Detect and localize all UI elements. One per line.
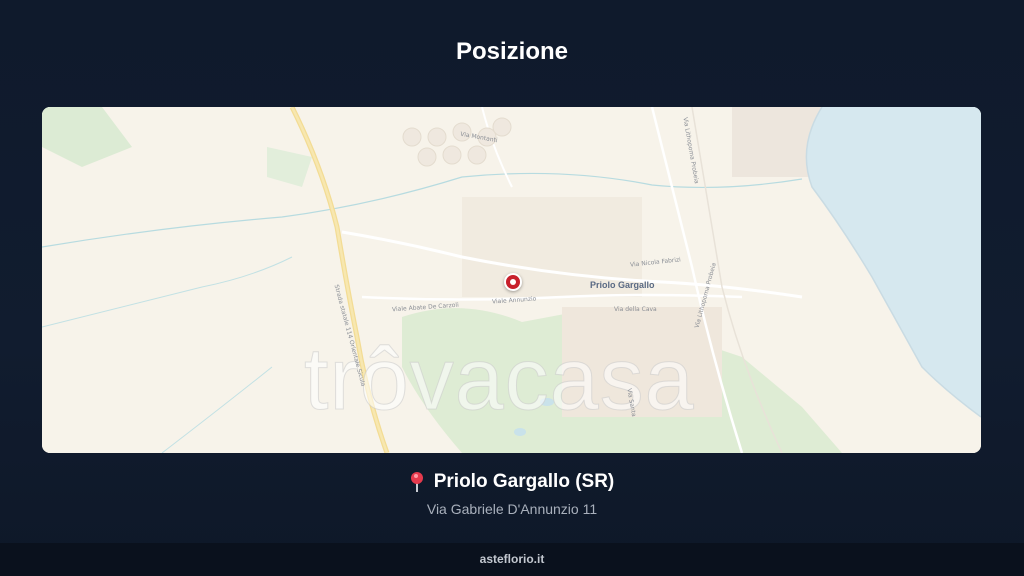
map-place-label: Priolo Gargallo (590, 280, 655, 290)
map-marker-icon[interactable] (504, 273, 522, 291)
pushpin-icon (410, 471, 424, 493)
location-row: Priolo Gargallo (SR) (0, 471, 1024, 493)
footer: asteflorio.it (0, 543, 1024, 576)
location-address: Via Gabriele D'Annunzio 11 (426, 501, 598, 517)
footer-brand-link[interactable]: asteflorio.it (480, 552, 545, 566)
page-title: Posizione (455, 38, 569, 65)
location-map[interactable]: trôvacasa Via Montanti Via Lithopoma Pro… (42, 107, 981, 453)
location-name: Priolo Gargallo (SR) (433, 471, 615, 492)
street-label: Via della Cava (614, 306, 657, 313)
